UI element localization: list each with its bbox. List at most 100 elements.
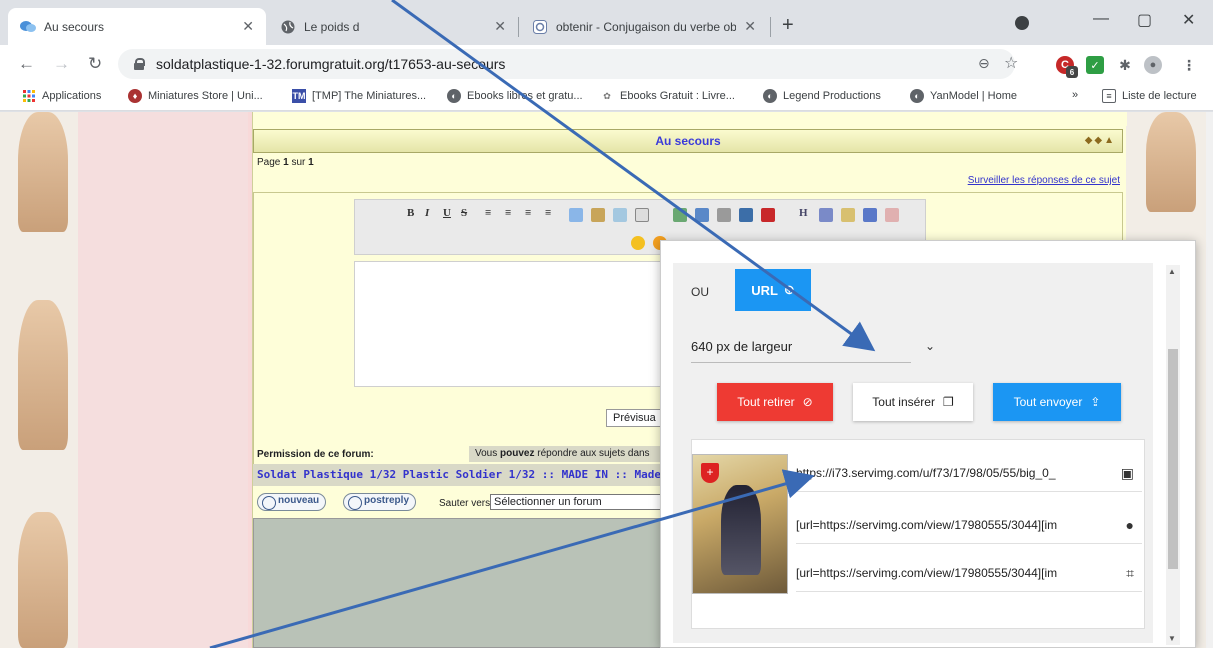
new-tab-icon[interactable]: + — [782, 14, 794, 37]
forward-icon[interactable]: → — [53, 54, 70, 74]
extension-check-icon[interactable]: ✓ — [1086, 56, 1104, 74]
ou-label: OU — [691, 285, 709, 299]
tab-separator — [518, 17, 519, 37]
link-direct[interactable]: https://i73.servimg.com/u/f73/17/98/05/5… — [796, 454, 1142, 492]
clear-format-icon[interactable] — [885, 208, 899, 222]
underline-button[interactable]: U — [443, 207, 451, 219]
align-left-icon[interactable]: ≡ — [485, 207, 491, 219]
reading-list[interactable]: ≡ Liste de lecture — [1102, 89, 1197, 103]
window-close-icon[interactable]: ✕ — [1182, 10, 1195, 30]
soldier-decor-image — [18, 512, 68, 648]
bookmark-miniatures-store[interactable]: ♦ Miniatures Store | Uni... — [128, 89, 263, 103]
url-tab[interactable]: URL ⊕ — [735, 269, 811, 311]
new-topic-button[interactable]: nouveau — [257, 493, 327, 511]
minimize-icon[interactable]: — — [1093, 10, 1109, 28]
dialog-scrollbar[interactable]: ▲ ▼ — [1166, 265, 1180, 645]
decor-left-column — [0, 112, 78, 648]
soldier-decor-image — [18, 300, 68, 450]
link-bbcode-thumb[interactable]: [url=https://servimg.com/view/17980555/3… — [796, 554, 1142, 592]
maximize-icon[interactable]: ▢ — [1137, 10, 1152, 30]
link-icon[interactable] — [717, 208, 731, 222]
send-all-button[interactable]: Tout envoyer ⇪ — [993, 383, 1121, 421]
remove-all-button[interactable]: Tout retirer ⊘ — [717, 383, 833, 421]
embed-icon[interactable] — [739, 208, 753, 222]
justify-icon[interactable]: ≡ — [545, 207, 551, 219]
bookmark-legend-productions[interactable]: ◐ Legend Productions — [763, 89, 881, 103]
bookmarks-overflow[interactable]: » — [1072, 89, 1078, 101]
post-reply-button[interactable]: postreply — [343, 493, 417, 511]
copy-icon: ❐ — [942, 395, 954, 409]
permission-value: Vous pouvez répondre aux sujets dans — [469, 446, 669, 462]
jump-label: Sauter vers: — [439, 498, 493, 509]
bookmark-ebooks-libres[interactable]: ◐ Ebooks libres et gratu... — [447, 89, 583, 103]
lock-icon — [134, 58, 145, 70]
align-center-icon[interactable]: ≡ — [505, 207, 511, 219]
topic-title-bar: Au secours ◆◆▲ — [253, 129, 1123, 153]
reload-icon[interactable]: ↻ — [88, 54, 102, 74]
bookmark-ebooks-gratuit[interactable]: ✿ Ebooks Gratuit : Livre... — [600, 89, 735, 103]
scroll-up-icon[interactable]: ▲ — [1168, 267, 1176, 276]
insert-all-button[interactable]: Tout insérer ❐ — [853, 383, 973, 421]
dialog-content: OU URL ⊕ 640 px de largeur ⌄ Tout retire… — [673, 263, 1153, 643]
bookmark-tmp[interactable]: TM [TMP] The Miniatures... — [292, 89, 426, 103]
tab-obtenir[interactable]: obtenir - Conjugaison du verbe obte ✕ — [520, 8, 768, 45]
scroll-down-icon[interactable]: ▼ — [1168, 634, 1176, 643]
upload-result: + https://i73.servimg.com/u/f73/17/98/05… — [691, 439, 1145, 629]
back-icon[interactable]: ← — [18, 54, 35, 74]
permission-label: Permission de ce forum: — [257, 449, 374, 460]
scroll-thumb[interactable] — [1168, 349, 1178, 569]
bold-button[interactable]: B — [407, 207, 414, 219]
align-right-icon[interactable]: ≡ — [525, 207, 531, 219]
upload-dialog: OU URL ⊕ 640 px de largeur ⌄ Tout retire… — [660, 240, 1196, 648]
soldier-decor-image — [1146, 112, 1196, 212]
page-scrollbar[interactable] — [1206, 112, 1213, 648]
tab-title: Le poids d — [304, 19, 360, 34]
width-select-value: 640 px de largeur — [691, 339, 793, 354]
bookmark-yanmodel[interactable]: ◐ YanModel | Home — [910, 89, 1017, 103]
bookmark-applications[interactable]: Applications — [22, 89, 101, 103]
swiss-shield-icon: + — [701, 463, 719, 483]
avatar[interactable]: ● — [1144, 56, 1162, 74]
font-icon[interactable] — [863, 208, 877, 222]
image-icon[interactable] — [695, 208, 709, 222]
link-bbcode[interactable]: [url=https://servimg.com/view/17980555/3… — [796, 506, 1142, 544]
color-icon[interactable] — [841, 208, 855, 222]
address-bar[interactable]: soldatplastique-1-32.forumgratuit.org/t1… — [118, 49, 1015, 79]
tab-separator — [770, 17, 771, 37]
close-icon[interactable]: ✕ — [744, 18, 756, 35]
font-size-icon[interactable] — [819, 208, 833, 222]
url-text: soldatplastique-1-32.forumgratuit.org/t1… — [156, 56, 506, 72]
smiley-icon[interactable] — [631, 236, 645, 250]
hide-icon[interactable] — [635, 208, 649, 222]
profile-icon[interactable] — [1015, 16, 1029, 30]
zoom-icon[interactable]: ⊖ — [978, 55, 990, 72]
spoiler-icon[interactable] — [613, 208, 627, 222]
width-select[interactable]: 640 px de largeur ⌄ — [691, 335, 935, 363]
nav-arrows-icon[interactable]: ◆◆▲ — [1085, 130, 1116, 152]
menu-kebab-icon[interactable]: ⋮ — [1180, 56, 1198, 74]
crop-icon[interactable]: ⌗ — [1126, 554, 1134, 591]
close-icon[interactable]: ✕ — [494, 18, 506, 35]
heading-button[interactable]: H — [799, 207, 808, 219]
table-icon[interactable] — [673, 208, 687, 222]
comments-icon[interactable]: ● — [1126, 506, 1134, 543]
code-icon[interactable] — [591, 208, 605, 222]
soldier-figure — [721, 485, 761, 575]
quote-icon[interactable] — [569, 208, 583, 222]
strike-button[interactable]: S — [461, 207, 467, 219]
tab-le-poids[interactable]: Le poids d ✕ — [268, 8, 518, 45]
uploaded-image-thumbnail[interactable]: + — [692, 454, 788, 594]
tab-title: Au secours — [44, 19, 105, 34]
close-icon[interactable]: ✕ — [242, 18, 254, 35]
watch-topic-link[interactable]: Surveiller les réponses de ce sujet — [968, 175, 1120, 186]
tmp-logo-icon: TM — [292, 89, 306, 103]
upload-icon: ⇪ — [1090, 395, 1101, 409]
italic-button[interactable]: I — [425, 207, 429, 219]
image-icon[interactable]: ▣ — [1121, 454, 1134, 491]
star-icon[interactable]: ☆ — [1004, 53, 1018, 73]
extensions-puzzle-icon[interactable]: ✱ — [1116, 56, 1134, 74]
globe-icon: ◐ — [910, 89, 924, 103]
jump-select[interactable]: Sélectionner un forum — [490, 494, 670, 510]
tab-au-secours[interactable]: Au secours ✕ — [8, 8, 266, 45]
youtube-icon[interactable] — [761, 208, 775, 222]
